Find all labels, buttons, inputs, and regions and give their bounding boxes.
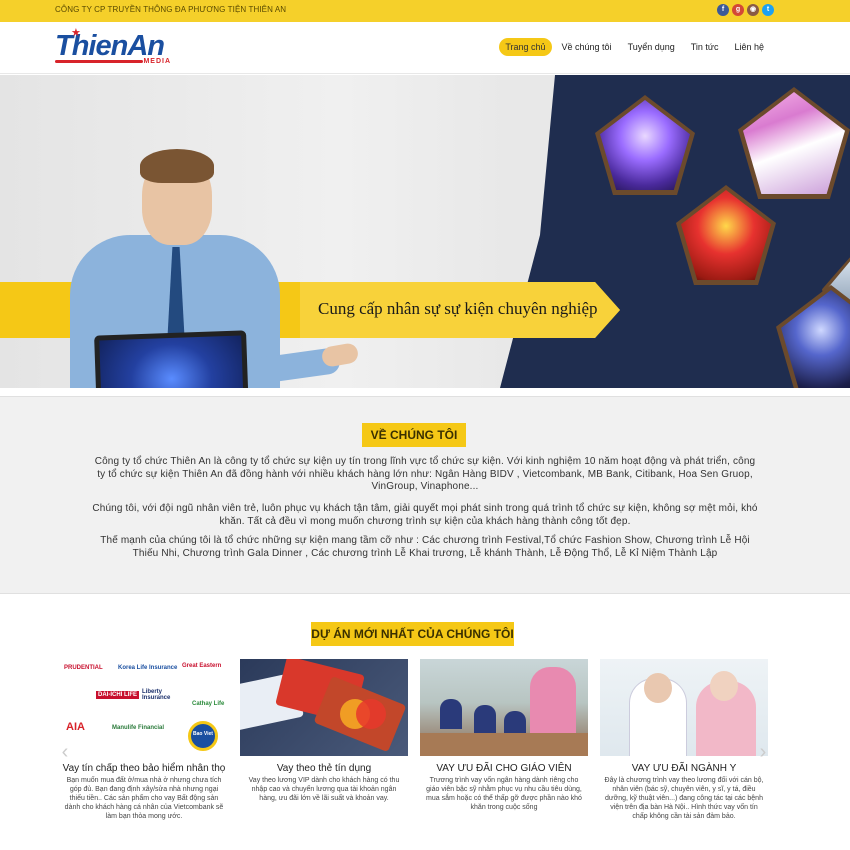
logo-sub-text: MEDIA <box>143 58 171 65</box>
twitter-icon[interactable]: t <box>762 4 774 16</box>
nav-item-contact[interactable]: Liên hệ <box>728 38 770 56</box>
carousel-next-icon[interactable]: › <box>756 740 770 764</box>
project-card-credit[interactable]: Vay theo thẻ tín dụng Vay theo lương VIP… <box>240 659 408 803</box>
project-card-insurance[interactable]: PRUDENTIAL Korea Life Insurance Great Ea… <box>60 659 228 821</box>
site-header: ThienAn ★ MEDIA Trang chủ Về chúng tôi T… <box>0 22 850 74</box>
google-plus-icon[interactable]: g <box>732 4 744 16</box>
thienan-logo[interactable]: ThienAn ★ MEDIA <box>55 27 175 68</box>
carousel-prev-icon[interactable]: ‹ <box>58 740 72 764</box>
top-bar: CÔNG TY CP TRUYỀN THÔNG ĐA PHƯƠNG TIỆN T… <box>0 0 850 22</box>
project-card-teacher[interactable]: VAY ƯU ĐÃI CHO GIÁO VIÊN Trương trình va… <box>420 659 588 812</box>
project-card-title[interactable]: VAY ƯU ĐÃI CHO GIÁO VIÊN <box>420 762 588 775</box>
about-title: VỀ CHÚNG TÔI <box>362 423 466 447</box>
project-card-title[interactable]: Vay tín chấp theo bảo hiểm nhân thọ <box>60 762 228 775</box>
facebook-icon[interactable]: f <box>717 4 729 16</box>
credit-cards-image <box>240 659 408 756</box>
classroom-image <box>420 659 588 756</box>
laptop-image <box>94 330 250 388</box>
logo-swoosh <box>55 60 143 63</box>
nav-item-recruitment[interactable]: Tuyển dụng <box>622 38 681 56</box>
hero-banner[interactable]: Cung cấp nhân sự sự kiện chuyên nghiệp <box>0 75 850 388</box>
company-name: CÔNG TY CP TRUYỀN THÔNG ĐA PHƯƠNG TIỆN T… <box>55 5 287 14</box>
hero-tagline: Cung cấp nhân sự sự kiện chuyên nghiệp <box>318 299 598 318</box>
nav-item-home[interactable]: Trang chủ <box>499 38 552 56</box>
about-paragraph-2: Chúng tôi, với đội ngũ nhân viên trẻ, lu… <box>92 503 758 527</box>
insurer-logos-image: PRUDENTIAL Korea Life Insurance Great Ea… <box>60 659 228 756</box>
projects-title: DỰ ÁN MỚI NHẤT CỦA CHÚNG TÔI <box>311 622 514 646</box>
project-card-desc: Bạn muốn mua đất ở/mua nhà ở nhưng chưa … <box>64 777 224 820</box>
about-paragraph-3: Thế mạnh của chúng tôi là tổ chức những … <box>100 535 750 559</box>
project-card-desc: Trương trình vay vốn ngân hàng dành riên… <box>426 777 582 811</box>
nav-item-about[interactable]: Về chúng tôi <box>556 38 618 56</box>
medical-staff-image <box>600 659 768 756</box>
about-paragraph-1: Công ty tổ chức Thiên An là công ty tổ c… <box>94 456 756 492</box>
main-nav: Trang chủ Về chúng tôi Tuyển dụng Tin tứ… <box>499 38 770 56</box>
social-links: f g ◉ t <box>717 4 774 16</box>
project-card-desc: Vay theo lương VIP dành cho khách hàng c… <box>248 777 400 802</box>
project-card-title[interactable]: VAY ƯU ĐÃI NGÀNH Y <box>600 762 768 775</box>
star-icon: ★ <box>71 27 81 39</box>
instagram-icon[interactable]: ◉ <box>747 4 759 16</box>
project-card-desc: Đây là chương trình vay theo lương đối v… <box>604 777 764 820</box>
project-card-title[interactable]: Vay theo thẻ tín dụng <box>240 762 408 775</box>
about-section: VỀ CHÚNG TÔI Công ty tổ chức Thiên An là… <box>0 396 850 594</box>
nav-item-news[interactable]: Tin tức <box>685 38 725 56</box>
project-card-medical[interactable]: VAY ƯU ĐÃI NGÀNH Y Đây là chương trình v… <box>600 659 768 821</box>
